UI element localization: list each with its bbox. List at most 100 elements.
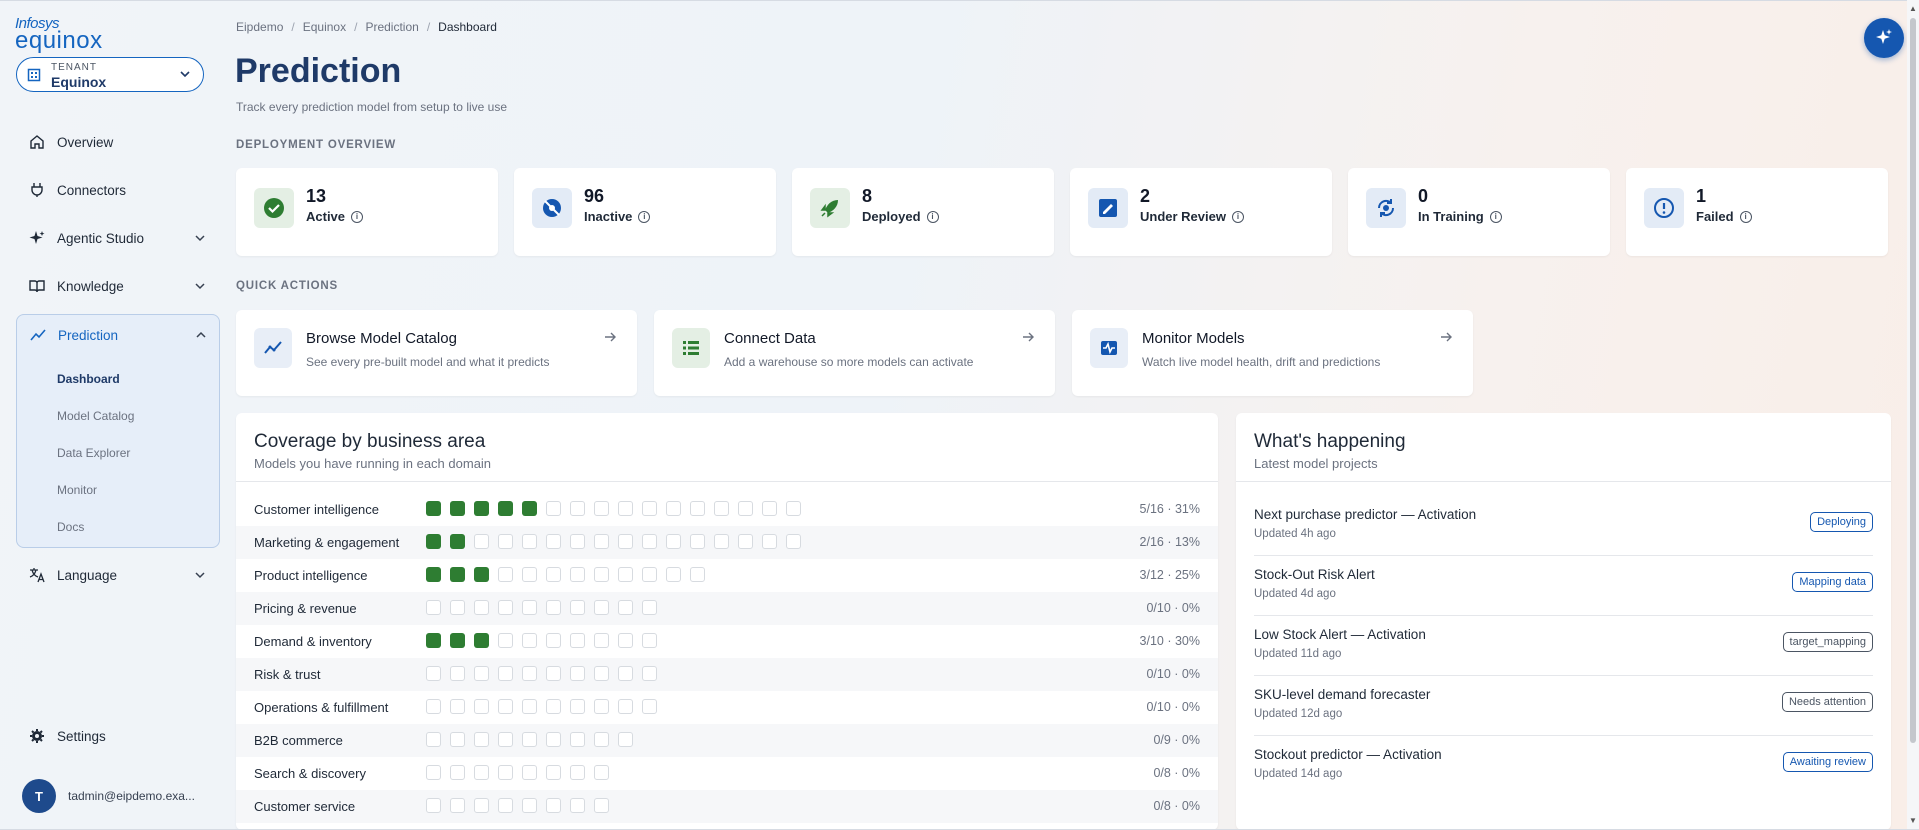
info-icon[interactable]: i <box>638 210 651 223</box>
coverage-cell-empty <box>546 534 561 549</box>
nav-prediction[interactable]: Prediction <box>17 317 221 353</box>
coverage-row: Customer intelligence 5/16 · 31% <box>236 493 1218 526</box>
coverage-cell-empty <box>522 732 537 747</box>
coverage-cell-empty <box>594 765 609 780</box>
coverage-cell-empty <box>594 699 609 714</box>
coverage-cell-empty <box>690 501 705 516</box>
info-icon[interactable]: i <box>1739 210 1752 223</box>
status-badge: Awaiting review <box>1782 752 1873 772</box>
coverage-cell-empty <box>474 534 489 549</box>
coverage-cell-empty <box>450 600 465 615</box>
activity-item[interactable]: Low Stock Alert — Activation Updated 11d … <box>1236 616 1891 676</box>
nav-settings[interactable]: Settings <box>16 718 220 754</box>
stat-card-active[interactable]: 13 Active i <box>236 168 498 256</box>
brand-logo[interactable]: Infosys equinox <box>15 16 103 53</box>
activity-item[interactable]: SKU-level demand forecaster Updated 12d a… <box>1236 676 1891 736</box>
coverage-cell-empty <box>546 633 561 648</box>
connect-data-card[interactable]: Connect Data Add a warehouse so more mod… <box>654 310 1055 396</box>
coverage-cell-empty <box>474 765 489 780</box>
scrollbar[interactable]: ▲ ▼ <box>1907 0 1919 830</box>
coverage-cell-empty <box>450 732 465 747</box>
scrollbar-thumb[interactable] <box>1910 18 1916 743</box>
stat-label-row: In Training i <box>1418 209 1502 224</box>
activity-title: Low Stock Alert — Activation <box>1254 627 1426 642</box>
stat-card-in-training[interactable]: 0 In Training i <box>1348 168 1610 256</box>
coverage-cell-empty <box>546 765 561 780</box>
activity-title: SKU-level demand forecaster <box>1254 687 1431 702</box>
coverage-subtitle: Models you have running in each domain <box>254 456 492 471</box>
nav-prediction-label: Prediction <box>58 327 119 343</box>
coverage-cell-empty <box>594 633 609 648</box>
coverage-cell-empty <box>594 732 609 747</box>
coverage-value: 0/9 · 0% <box>1153 733 1200 747</box>
coverage-cell-empty <box>690 567 705 582</box>
activity-item[interactable]: Next purchase predictor — Activation Upda… <box>1236 496 1891 556</box>
coverage-cell-active <box>426 567 441 582</box>
coverage-value: 2/16 · 13% <box>1139 535 1200 549</box>
coverage-cell-empty <box>450 699 465 714</box>
nav-overview[interactable]: Overview <box>16 124 220 160</box>
ai-assistant-button[interactable] <box>1864 18 1904 58</box>
coverage-value: 0/10 · 0% <box>1146 667 1200 681</box>
monitor-models-card[interactable]: Monitor Models Watch live model health, … <box>1072 310 1473 396</box>
breadcrumb-equinox[interactable]: Equinox <box>303 20 346 34</box>
breadcrumb-prediction[interactable]: Prediction <box>365 20 418 34</box>
coverage-cell-empty <box>642 534 657 549</box>
stat-label: Deployed <box>862 209 921 224</box>
nav-sub-data-explorer[interactable]: Data Explorer <box>57 446 130 460</box>
user-menu[interactable]: T tadmin@eipdemo.exa... <box>22 779 195 813</box>
sparkle-icon <box>1876 29 1892 44</box>
scroll-down-icon[interactable]: ▼ <box>1909 816 1917 825</box>
browse-model-catalog-card[interactable]: Browse Model Catalog See every pre-built… <box>236 310 637 396</box>
divider <box>1236 481 1891 482</box>
coverage-title: Coverage by business area <box>254 431 486 452</box>
coverage-cell-empty <box>522 567 537 582</box>
coverage-cell-empty <box>546 600 561 615</box>
divider <box>236 481 1218 482</box>
tenant-selector[interactable]: TENANT Equinox <box>16 57 204 92</box>
nav-agentic-studio-label: Agentic Studio <box>57 230 145 246</box>
activity-item[interactable]: Stockout predictor — Activation Updated 1… <box>1236 736 1891 796</box>
nav-sub-dashboard[interactable]: Dashboard <box>57 372 120 386</box>
coverage-cell-empty <box>570 765 585 780</box>
breadcrumb-eipdemo[interactable]: Eipdemo <box>236 20 283 34</box>
coverage-cell-empty <box>618 666 633 681</box>
nav-language[interactable]: Language <box>16 557 220 593</box>
coverage-row: Product intelligence 3/12 · 25% <box>236 559 1218 592</box>
stat-card-inactive[interactable]: 96 Inactive i <box>514 168 776 256</box>
coverage-cell-active <box>498 501 513 516</box>
status-badge: Needs attention <box>1781 692 1873 712</box>
page-title: Prediction <box>235 52 402 90</box>
page-subtitle: Track every prediction model from setup … <box>236 100 508 114</box>
quick-action-desc: See every pre-built model and what it pr… <box>306 355 550 369</box>
scroll-up-icon[interactable]: ▲ <box>1909 4 1917 13</box>
nav-agentic-studio[interactable]: Agentic Studio <box>16 220 220 256</box>
status-badge: Deploying <box>1810 512 1873 532</box>
info-icon[interactable]: i <box>926 210 939 223</box>
coverage-panel: Coverage by business area Models you hav… <box>236 413 1218 830</box>
coverage-cell-empty <box>570 732 585 747</box>
nav-sub-model-catalog[interactable]: Model Catalog <box>57 409 134 423</box>
coverage-value: 0/8 · 0% <box>1153 799 1200 813</box>
activity-item[interactable]: Stock-Out Risk Alert Updated 4d ago Mappin… <box>1236 556 1891 616</box>
activity-updated: Updated 4d ago <box>1254 588 1336 600</box>
coverage-cell-empty <box>642 666 657 681</box>
trend-line-icon <box>254 328 292 368</box>
info-icon[interactable]: i <box>1231 210 1244 223</box>
coverage-area-name: Product intelligence <box>254 568 368 583</box>
nav-knowledge[interactable]: Knowledge <box>16 268 220 304</box>
sidebar: Infosys equinox TENANT Equinox Overview … <box>0 0 228 830</box>
stat-card-failed[interactable]: 1 Failed i <box>1626 168 1888 256</box>
nav-sub-docs[interactable]: Docs <box>57 520 84 534</box>
nav-sub-monitor[interactable]: Monitor <box>57 483 97 497</box>
stat-card-deployed[interactable]: 8 Deployed i <box>792 168 1054 256</box>
coverage-cell-empty <box>474 699 489 714</box>
nav-knowledge-label: Knowledge <box>57 278 124 294</box>
stat-label: Inactive <box>584 209 633 224</box>
nav-connectors[interactable]: Connectors <box>16 172 220 208</box>
info-icon[interactable]: i <box>351 210 364 223</box>
stat-card-under-review[interactable]: 2 Under Review i <box>1070 168 1332 256</box>
stat-label-row: Failed i <box>1696 209 1752 224</box>
info-icon[interactable]: i <box>1489 210 1502 223</box>
coverage-cell-empty <box>594 600 609 615</box>
